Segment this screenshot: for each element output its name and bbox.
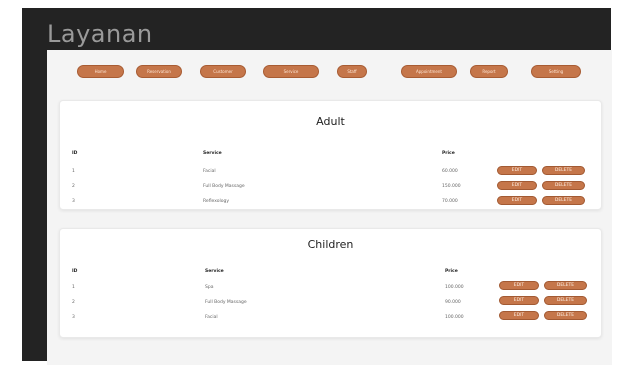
delete-button[interactable]: DELETE bbox=[542, 166, 585, 175]
col-header-service: Service bbox=[203, 151, 222, 156]
col-header-price: Price bbox=[442, 151, 455, 156]
edit-button[interactable]: EDIT bbox=[499, 311, 539, 320]
main-panel: Home Reservation Customer Service Staff … bbox=[47, 50, 612, 365]
tab-setting[interactable]: Setting bbox=[531, 65, 581, 78]
cell-price: 100.000 bbox=[445, 285, 464, 290]
nav-tabs: Home Reservation Customer Service Staff … bbox=[77, 65, 602, 79]
delete-button[interactable]: DELETE bbox=[544, 311, 587, 320]
delete-button[interactable]: DELETE bbox=[542, 196, 585, 205]
adult-services-card: Adult ID Service Price 1 Facial 60.000 E… bbox=[59, 100, 602, 210]
col-header-id: ID bbox=[72, 151, 78, 156]
cell-id: 1 bbox=[72, 285, 75, 290]
cell-id: 2 bbox=[72, 300, 75, 305]
cell-id: 2 bbox=[72, 184, 75, 189]
cell-price: 100.000 bbox=[445, 315, 464, 320]
edit-button[interactable]: EDIT bbox=[499, 296, 539, 305]
delete-button[interactable]: DELETE bbox=[544, 296, 587, 305]
tab-reservation[interactable]: Reservation bbox=[136, 65, 182, 78]
cell-price: 60.000 bbox=[442, 169, 458, 174]
frame-top bbox=[0, 0, 624, 8]
tab-appointment[interactable]: Appointment bbox=[401, 65, 457, 78]
cell-id: 3 bbox=[72, 315, 75, 320]
delete-button[interactable]: DELETE bbox=[542, 181, 585, 190]
cell-service: Full Body Massage bbox=[205, 300, 247, 305]
edit-button[interactable]: EDIT bbox=[499, 281, 539, 290]
cell-service: Facial bbox=[203, 169, 216, 174]
tab-staff[interactable]: Staff bbox=[337, 65, 367, 78]
cell-service: Spa bbox=[205, 285, 214, 290]
edit-button[interactable]: EDIT bbox=[497, 181, 537, 190]
tab-customer[interactable]: Customer bbox=[200, 65, 246, 78]
cell-id: 1 bbox=[72, 169, 75, 174]
tab-service[interactable]: Service bbox=[263, 65, 319, 78]
tab-home[interactable]: Home bbox=[77, 65, 124, 78]
edit-button[interactable]: EDIT bbox=[497, 166, 537, 175]
cell-price: 90.000 bbox=[445, 300, 461, 305]
tab-report[interactable]: Report bbox=[470, 65, 508, 78]
adult-section-title: Adult bbox=[316, 115, 345, 128]
cell-id: 3 bbox=[72, 199, 75, 204]
children-services-card: Children ID Service Price 1 Spa 100.000 … bbox=[59, 228, 602, 338]
cell-service: Facial bbox=[205, 315, 218, 320]
col-header-price: Price bbox=[445, 269, 458, 274]
delete-button[interactable]: DELETE bbox=[544, 281, 587, 290]
children-section-title: Children bbox=[307, 238, 354, 251]
col-header-id: ID bbox=[72, 269, 78, 274]
cell-price: 70.000 bbox=[442, 199, 458, 204]
edit-button[interactable]: EDIT bbox=[497, 196, 537, 205]
cell-price: 150.000 bbox=[442, 184, 461, 189]
col-header-service: Service bbox=[205, 269, 224, 274]
frame-left bbox=[0, 0, 22, 369]
page-title: Layanan bbox=[47, 20, 153, 48]
cell-service: Reflexology bbox=[203, 199, 230, 204]
frame-right bbox=[611, 0, 624, 369]
cell-service: Full Body Massage bbox=[203, 184, 245, 189]
